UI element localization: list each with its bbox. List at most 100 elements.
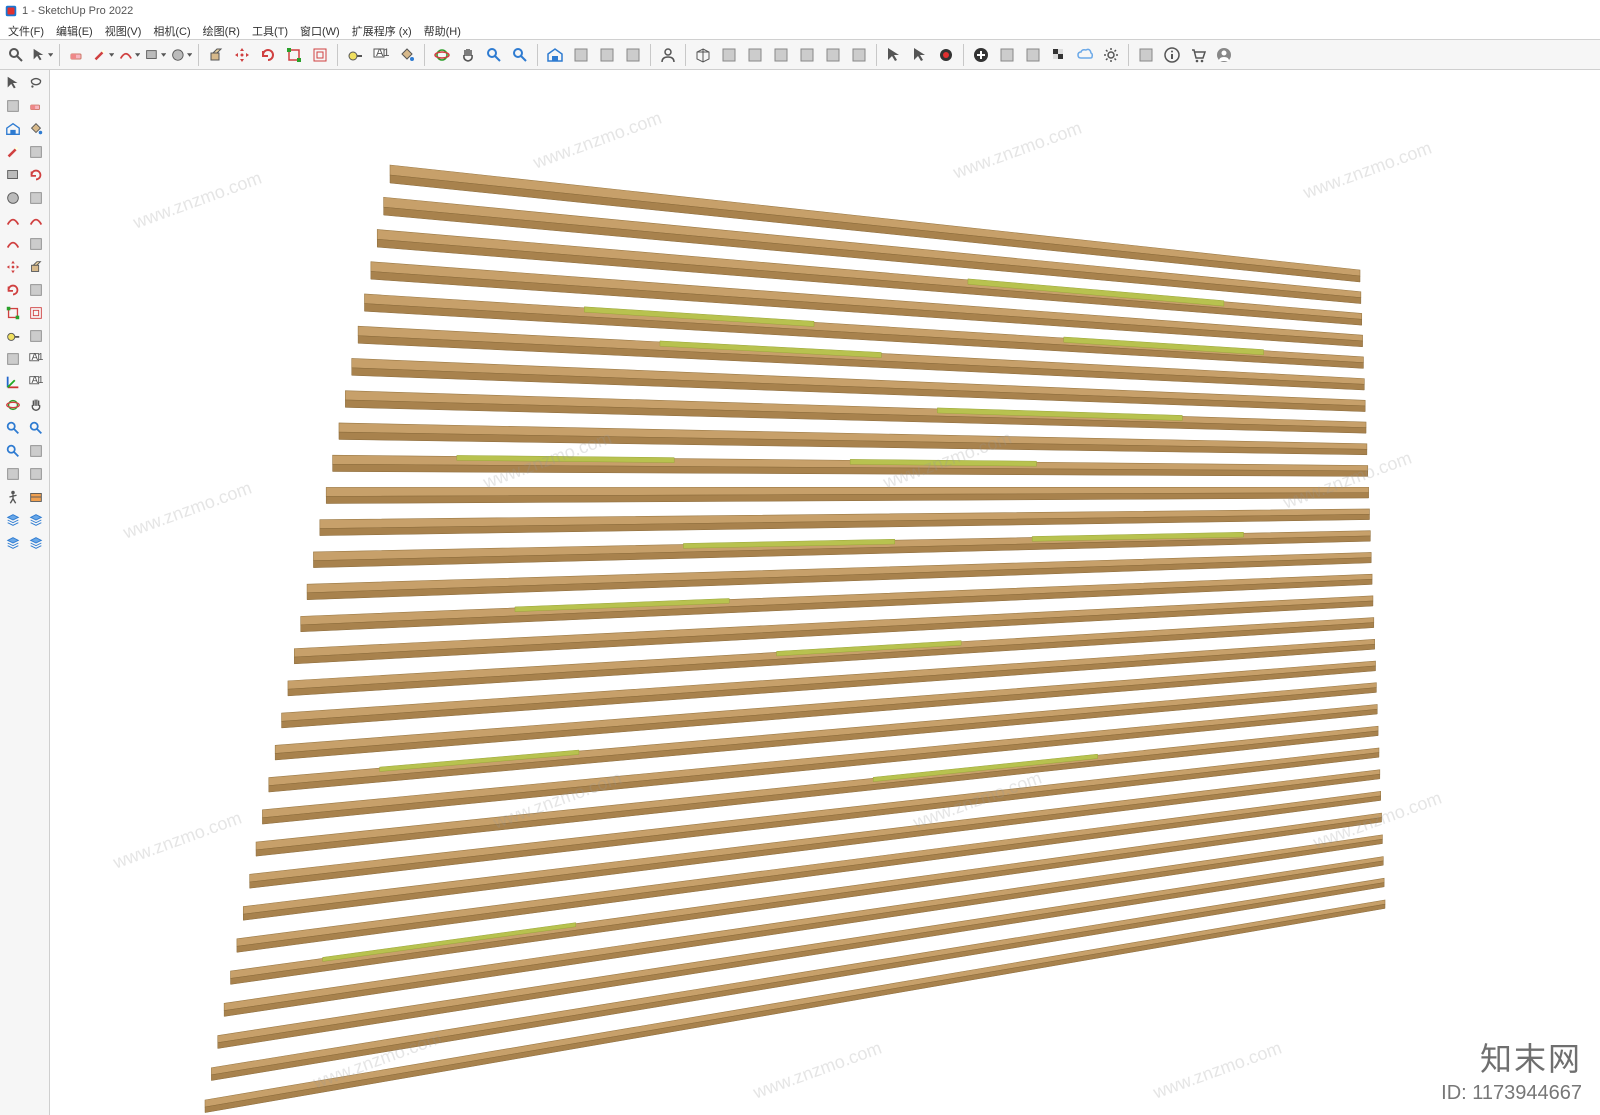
iso-icon[interactable] bbox=[691, 43, 715, 67]
right-icon[interactable] bbox=[769, 43, 793, 67]
search-icon[interactable] bbox=[4, 43, 28, 67]
ext-manager-icon[interactable] bbox=[595, 43, 619, 67]
layers2-icon[interactable] bbox=[25, 509, 47, 531]
text-icon[interactable]: A1 bbox=[369, 43, 393, 67]
rotate-icon[interactable] bbox=[256, 43, 280, 67]
pie-icon[interactable] bbox=[25, 233, 47, 255]
back-icon[interactable] bbox=[795, 43, 819, 67]
arc-icon[interactable] bbox=[2, 210, 24, 232]
menu-item[interactable]: 视图(V) bbox=[99, 22, 148, 40]
menu-item[interactable]: 扩展程序 (x) bbox=[346, 22, 418, 40]
zoom-icon[interactable] bbox=[2, 417, 24, 439]
select-icon[interactable] bbox=[30, 43, 54, 67]
select-none-icon[interactable] bbox=[908, 43, 932, 67]
sheet-icon[interactable] bbox=[1021, 43, 1045, 67]
move-icon[interactable] bbox=[230, 43, 254, 67]
followme-icon[interactable] bbox=[25, 279, 47, 301]
menu-item[interactable]: 编辑(E) bbox=[50, 22, 99, 40]
circle-icon[interactable] bbox=[2, 187, 24, 209]
eraser-icon[interactable] bbox=[25, 95, 47, 117]
zoom-extents-icon[interactable] bbox=[2, 440, 24, 462]
scale-icon[interactable] bbox=[2, 302, 24, 324]
left-icon[interactable] bbox=[821, 43, 845, 67]
info-icon[interactable] bbox=[1160, 43, 1184, 67]
make-component-icon[interactable] bbox=[2, 95, 24, 117]
layers3-icon[interactable] bbox=[2, 532, 24, 554]
viewport[interactable]: www.znzmo.comwww.znzmo.comwww.znzmo.comw… bbox=[50, 70, 1600, 1115]
model-slats bbox=[100, 70, 1600, 1115]
svg-text:A1: A1 bbox=[376, 47, 389, 59]
freehand-icon[interactable] bbox=[25, 141, 47, 163]
circle-icon[interactable] bbox=[169, 43, 193, 67]
ext-store-icon[interactable] bbox=[621, 43, 645, 67]
rectangle-icon[interactable] bbox=[143, 43, 167, 67]
pan-icon[interactable] bbox=[456, 43, 480, 67]
offset-icon[interactable] bbox=[308, 43, 332, 67]
3dtext-icon[interactable]: A1 bbox=[25, 371, 47, 393]
protractor-icon[interactable] bbox=[2, 348, 24, 370]
toolbar-separator bbox=[650, 44, 651, 66]
rectangle-icon[interactable] bbox=[2, 164, 24, 186]
menu-item[interactable]: 窗口(W) bbox=[294, 22, 346, 40]
menu-item[interactable]: 绘图(R) bbox=[197, 22, 246, 40]
warehouse-icon[interactable] bbox=[543, 43, 567, 67]
eraser-icon[interactable] bbox=[65, 43, 89, 67]
rotate-icon[interactable] bbox=[2, 279, 24, 301]
pencil-icon[interactable] bbox=[91, 43, 115, 67]
gear-icon[interactable] bbox=[1099, 43, 1123, 67]
offset-icon[interactable] bbox=[25, 302, 47, 324]
text-icon[interactable]: A1 bbox=[25, 348, 47, 370]
bottom-icon[interactable] bbox=[847, 43, 871, 67]
look-around-icon[interactable] bbox=[25, 463, 47, 485]
lasso-icon[interactable] bbox=[25, 72, 47, 94]
layers-icon[interactable] bbox=[2, 509, 24, 531]
extensions-icon[interactable] bbox=[569, 43, 593, 67]
menu-item[interactable]: 帮助(H) bbox=[418, 22, 467, 40]
select-icon[interactable] bbox=[2, 72, 24, 94]
menu-item[interactable]: 工具(T) bbox=[246, 22, 294, 40]
tape-icon[interactable] bbox=[2, 325, 24, 347]
orbit-icon[interactable] bbox=[430, 43, 454, 67]
tape-icon[interactable] bbox=[343, 43, 367, 67]
prev-view-icon[interactable] bbox=[25, 440, 47, 462]
position-camera-icon[interactable] bbox=[2, 463, 24, 485]
pushpull-icon[interactable] bbox=[25, 256, 47, 278]
zoom-window-icon[interactable] bbox=[25, 417, 47, 439]
record-icon[interactable] bbox=[934, 43, 958, 67]
paint-icon[interactable] bbox=[395, 43, 419, 67]
layers4-icon[interactable] bbox=[25, 532, 47, 554]
warehouse-blue-icon[interactable] bbox=[2, 118, 24, 140]
cloud-icon[interactable] bbox=[1073, 43, 1097, 67]
section-icon[interactable] bbox=[25, 486, 47, 508]
box-icon[interactable] bbox=[995, 43, 1019, 67]
orbit-icon[interactable] bbox=[2, 394, 24, 416]
scale-icon[interactable] bbox=[282, 43, 306, 67]
polygon-icon[interactable] bbox=[25, 187, 47, 209]
toolbar-top: A1 bbox=[0, 40, 1600, 70]
zoom-extents-icon[interactable] bbox=[508, 43, 532, 67]
arc3-icon[interactable] bbox=[2, 233, 24, 255]
arc-icon[interactable] bbox=[117, 43, 141, 67]
paint-icon[interactable] bbox=[25, 118, 47, 140]
add-icon[interactable] bbox=[969, 43, 993, 67]
zoom-icon[interactable] bbox=[482, 43, 506, 67]
pan-icon[interactable] bbox=[25, 394, 47, 416]
menu-item[interactable]: 相机(C) bbox=[147, 22, 196, 40]
menu-item[interactable]: 文件(F) bbox=[2, 22, 50, 40]
select-all-icon[interactable] bbox=[882, 43, 906, 67]
pushpull-icon[interactable] bbox=[204, 43, 228, 67]
checker-icon[interactable] bbox=[1047, 43, 1071, 67]
front-icon[interactable] bbox=[743, 43, 767, 67]
move-icon[interactable] bbox=[2, 256, 24, 278]
arc2-icon[interactable] bbox=[25, 210, 47, 232]
top-icon[interactable] bbox=[717, 43, 741, 67]
rotated-rect-icon[interactable] bbox=[25, 164, 47, 186]
cart-icon[interactable] bbox=[1186, 43, 1210, 67]
walk-icon[interactable] bbox=[2, 486, 24, 508]
user-icon[interactable] bbox=[656, 43, 680, 67]
window-icon[interactable] bbox=[1134, 43, 1158, 67]
profile-icon[interactable] bbox=[1212, 43, 1236, 67]
pencil-icon[interactable] bbox=[2, 141, 24, 163]
axes-icon[interactable] bbox=[2, 371, 24, 393]
dimension-icon[interactable] bbox=[25, 325, 47, 347]
